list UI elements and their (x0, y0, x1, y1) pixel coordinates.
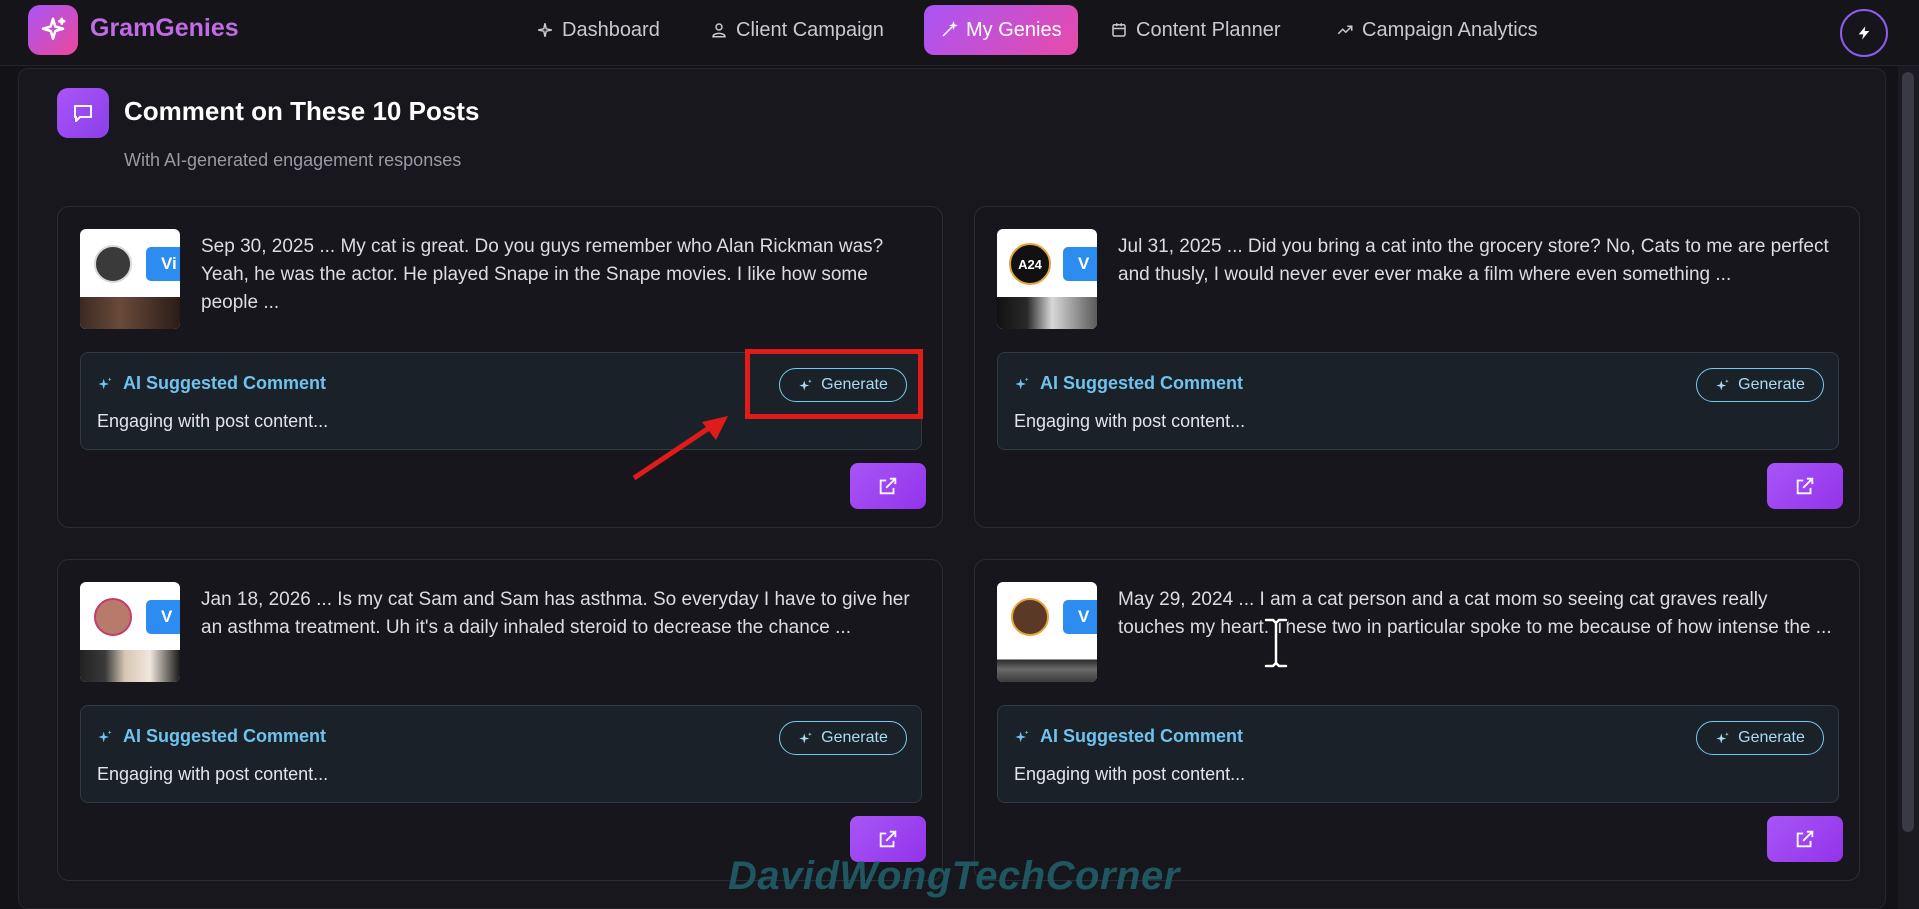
trend-icon (1337, 25, 1353, 35)
top-navigation-bar: GramGenies Dashboard Client Campaign My … (0, 0, 1919, 66)
annotation-highlight-box (745, 349, 923, 419)
section-title: Comment on These 10 Posts (124, 96, 480, 126)
sparkle-icon (98, 729, 112, 742)
annotation-arrow-icon (632, 416, 728, 481)
open-post-button[interactable] (850, 463, 926, 509)
avatar: A24 (1009, 243, 1051, 285)
avatar (94, 598, 132, 636)
ai-suggestion-text: Engaging with post content... (1014, 411, 1246, 431)
nav-dashboard-label: Dashboard (562, 18, 660, 41)
post-thumbnail[interactable]: Vi (80, 229, 180, 329)
nav-content-planner-label: Content Planner (1136, 18, 1281, 41)
brand-name[interactable]: GramGenies (90, 14, 239, 43)
user-menu-button[interactable] (1840, 9, 1888, 57)
post-text: May 29, 2024 ... I am a cat person and a… (1118, 589, 1832, 638)
generate-label: Generate (1738, 376, 1805, 393)
nav-campaign-analytics-label: Campaign Analytics (1362, 18, 1538, 41)
sparkle-icon (98, 376, 112, 389)
post-text: Jul 31, 2025 ... Did you bring a cat int… (1118, 236, 1829, 285)
generate-label: Generate (1738, 729, 1805, 746)
ai-suggestion-header: AI Suggested Comment (1014, 726, 1243, 747)
nav-content-planner[interactable]: Content Planner (1094, 5, 1297, 55)
sparkle-icon (538, 23, 552, 37)
thumb-badge: V (146, 600, 180, 634)
ai-suggestion-label: AI Suggested Comment (1040, 726, 1244, 746)
sparkle-icon (799, 731, 812, 743)
open-post-button[interactable] (1767, 463, 1843, 509)
nav-client-campaign[interactable]: Client Campaign (694, 5, 900, 55)
nav-my-genies[interactable]: My Genies (924, 5, 1078, 55)
ai-suggestion-box: AI Suggested Comment Engaging with post … (80, 705, 922, 803)
ai-suggestion-label: AI Suggested Comment (1040, 373, 1244, 393)
sparkle-icon (1716, 378, 1729, 390)
thumb-image-strip (80, 297, 180, 329)
logo-sparkle-icon[interactable] (28, 5, 78, 55)
avatar (94, 245, 132, 283)
thumb-badge: V (1063, 600, 1097, 634)
post-card-3: V Jan 18, 2026 ... Is my cat Sam and Sam… (57, 559, 943, 881)
nav-client-campaign-label: Client Campaign (736, 18, 884, 41)
bolt-icon (1858, 26, 1870, 40)
post-card-4: V May 29, 2024 ... I am a cat person and… (974, 559, 1860, 881)
generate-button[interactable]: Generate (1696, 368, 1824, 402)
avatar (1011, 598, 1049, 636)
post-text: Sep 30, 2025 ... My cat is great. Do you… (201, 236, 884, 313)
section-subtitle: With AI-generated engagement responses (124, 150, 462, 170)
ai-suggestion-header: AI Suggested Comment (97, 373, 326, 394)
external-link-icon (879, 830, 897, 848)
ai-suggestion-header: AI Suggested Comment (97, 726, 326, 747)
thumb-image-strip (80, 650, 180, 682)
scrollbar-thumb[interactable] (1902, 72, 1914, 832)
thumb-image-strip (997, 650, 1097, 682)
thumb-badge: Vi (146, 247, 180, 281)
thumb-badge: V (1063, 247, 1097, 281)
generate-button[interactable]: Generate (1696, 721, 1824, 755)
generate-label: Generate (821, 729, 888, 746)
ai-suggestion-label: AI Suggested Comment (123, 726, 327, 746)
nav-dashboard[interactable]: Dashboard (520, 5, 676, 55)
ai-suggestion-label: AI Suggested Comment (123, 373, 327, 393)
post-card-2: A24 V Jul 31, 2025 ... Did you bring a c… (974, 206, 1860, 528)
thumb-image-strip (997, 297, 1097, 329)
user-icon (712, 23, 726, 38)
calendar-icon (1112, 23, 1126, 37)
nav-my-genies-label: My Genies (966, 18, 1062, 41)
post-thumbnail[interactable]: A24 V (997, 229, 1097, 329)
post-thumbnail[interactable]: V (80, 582, 180, 682)
external-link-icon (879, 477, 897, 495)
external-link-icon (1796, 477, 1814, 495)
nav-campaign-analytics[interactable]: Campaign Analytics (1320, 5, 1554, 55)
ai-suggestion-text: Engaging with post content... (97, 764, 329, 784)
external-link-icon (1796, 830, 1814, 848)
text-cursor-icon (1263, 617, 1289, 669)
sparkle-icon (1015, 729, 1029, 742)
post-thumbnail[interactable]: V (997, 582, 1097, 682)
comment-bubble-icon (57, 88, 109, 138)
sparkle-icon (1015, 376, 1029, 389)
watermark-text: DavidWongTechCorner (728, 854, 1180, 898)
wand-icon (942, 21, 958, 37)
post-text: Jan 18, 2026 ... Is my cat Sam and Sam h… (201, 589, 910, 638)
open-post-button[interactable] (1767, 816, 1843, 862)
ai-suggestion-box: AI Suggested Comment Engaging with post … (997, 352, 1839, 450)
ai-suggestion-header: AI Suggested Comment (1014, 373, 1243, 394)
generate-button[interactable]: Generate (779, 721, 907, 755)
ai-suggestion-text: Engaging with post content... (97, 411, 329, 431)
sparkle-icon (1716, 731, 1729, 743)
ai-suggestion-box: AI Suggested Comment Engaging with post … (997, 705, 1839, 803)
ai-suggestion-text: Engaging with post content... (1014, 764, 1246, 784)
